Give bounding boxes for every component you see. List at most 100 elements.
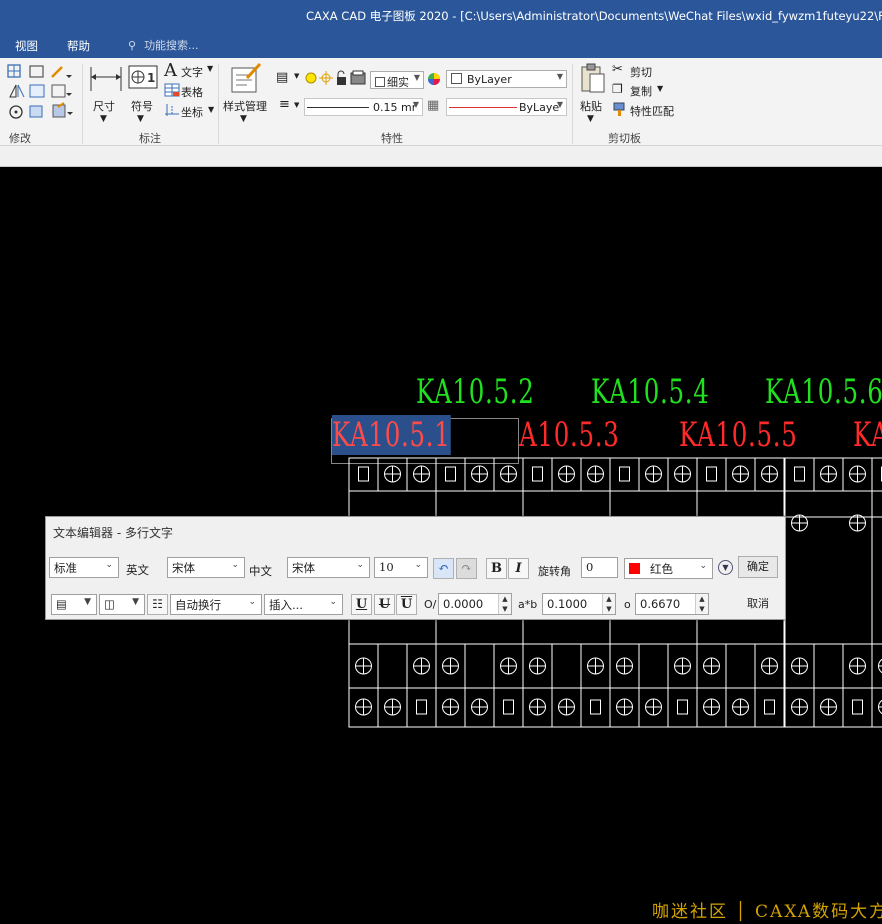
expand-options-icon[interactable]: ▼: [718, 560, 733, 575]
layer-manager-icon[interactable]: ▤: [276, 70, 288, 85]
menu-view[interactable]: 视图: [15, 38, 38, 54]
coordinate-icon[interactable]: [164, 103, 180, 117]
layer-select[interactable]: ByLayer ▼: [446, 70, 567, 88]
chevron-down-icon: ⌄: [329, 597, 337, 607]
style-select[interactable]: 标准 ⌄: [49, 557, 119, 578]
text-dropdown-icon[interactable]: ▼: [207, 64, 213, 73]
cancel-button[interactable]: 取消: [738, 593, 778, 615]
linetype-swatch: [375, 77, 385, 87]
paste-button[interactable]: 粘贴: [580, 98, 602, 114]
terminal-block-frame: [871, 457, 882, 518]
symbol-button[interactable]: 符号: [131, 98, 153, 114]
redo-button[interactable]: ↷: [456, 558, 477, 579]
copy-icon[interactable]: ❐: [612, 82, 623, 96]
wrap-select[interactable]: 自动换行 ⌄: [170, 594, 262, 615]
english-font-label: 英文: [126, 563, 149, 577]
text-color-select[interactable]: 红色 ⌄: [624, 558, 713, 579]
separator: [218, 64, 219, 144]
text-height-select[interactable]: 10 ⌄: [374, 557, 428, 578]
menu-help[interactable]: 帮助: [67, 38, 90, 54]
table-icon[interactable]: [164, 83, 180, 97]
symbol-icon[interactable]: 1: [128, 65, 158, 91]
english-font-value: 宋体: [172, 561, 195, 575]
chevron-down-icon: ⌄: [105, 560, 113, 570]
italic-button[interactable]: I: [508, 558, 529, 579]
insert-value: 插入...: [269, 598, 303, 612]
linetype-select[interactable]: 细实 ▼: [370, 71, 424, 89]
linetype-scale-icon[interactable]: ▦: [427, 98, 439, 113]
spacing-label: a*b: [518, 598, 538, 611]
dimension-icon[interactable]: [88, 64, 126, 94]
layer-dropdown-icon[interactable]: ▼: [294, 72, 299, 80]
spacing-input[interactable]: 0.1000 ▲ ▼: [542, 593, 616, 615]
style-manager-button[interactable]: 样式管理: [223, 98, 267, 114]
paste-dropdown-icon[interactable]: ▼: [587, 114, 594, 124]
lineweight-dropdown-icon[interactable]: ▼: [294, 101, 299, 109]
insert-select[interactable]: 插入... ⌄: [264, 594, 343, 615]
copy-button[interactable]: 复制: [630, 83, 652, 99]
group-modify-label: 修改: [9, 132, 31, 145]
svg-text:1: 1: [147, 71, 155, 85]
spinner-icon[interactable]: ▲ ▼: [498, 594, 511, 614]
layer-state-icons[interactable]: [304, 70, 368, 88]
style-manager-dropdown-icon[interactable]: ▼: [240, 114, 247, 124]
terminal-square: [677, 699, 688, 715]
lineweight-icon[interactable]: ≡: [279, 97, 290, 112]
window-title: CAXA CAD 电子图板 2020 - [C:\Users\Administr…: [306, 9, 882, 23]
symbol-dropdown-icon[interactable]: ▼: [137, 114, 144, 124]
paste-icon[interactable]: [579, 62, 607, 96]
layer-swatch: [451, 73, 462, 84]
english-font-select[interactable]: 宋体 ⌄: [167, 557, 245, 578]
color-select[interactable]: ByLaye ▼: [446, 98, 567, 116]
paragraph-settings-icon[interactable]: ☷: [147, 594, 168, 615]
modify-tools-icon[interactable]: [6, 63, 81, 123]
cut-button[interactable]: 剪切: [630, 64, 652, 80]
chevron-down-icon: ▼: [413, 73, 420, 82]
linetype-value: 细实: [387, 76, 409, 89]
rotation-value: 0: [586, 560, 594, 574]
feature-search[interactable]: ⚲ 功能搜索...: [128, 37, 199, 53]
slant-label: O/: [424, 598, 437, 611]
copy-dropdown-icon[interactable]: ▼: [657, 84, 663, 93]
scissors-icon[interactable]: ✂: [612, 62, 623, 77]
coordinate-button[interactable]: 坐标: [181, 104, 203, 120]
style-manager-icon[interactable]: [229, 62, 263, 94]
chevron-down-icon: ⌄: [414, 560, 422, 570]
chinese-font-select[interactable]: 宋体 ⌄: [287, 557, 370, 578]
align-select[interactable]: ▤ ▼: [51, 594, 97, 615]
slant-input[interactable]: 0.0000 ▲ ▼: [438, 593, 512, 615]
undo-button[interactable]: ↶: [433, 558, 454, 579]
feature-search-placeholder: 功能搜索...: [144, 39, 199, 52]
overline-button[interactable]: U: [396, 594, 417, 615]
color-value: ByLaye: [519, 101, 560, 114]
columns-icon: ◫: [104, 597, 115, 611]
table-button[interactable]: 表格: [181, 84, 203, 100]
coordinate-dropdown-icon[interactable]: ▼: [208, 105, 214, 114]
match-properties-button[interactable]: 特性匹配: [630, 103, 674, 119]
rotation-label: 旋转角: [538, 565, 571, 578]
strikethrough-button[interactable]: U: [374, 594, 395, 615]
color-preview: [449, 107, 517, 108]
rotation-input[interactable]: 0: [581, 557, 618, 578]
terminal-square: [445, 466, 456, 482]
color-swatch: [629, 563, 640, 574]
spinner-icon[interactable]: ▲ ▼: [695, 594, 708, 614]
lineweight-select[interactable]: 0.15 mr ▼: [304, 98, 423, 116]
command-strip: [0, 146, 882, 167]
dimension-button[interactable]: 尺寸: [93, 98, 115, 114]
bold-button[interactable]: B: [486, 558, 507, 579]
match-properties-icon[interactable]: [612, 101, 628, 117]
color-wheel-icon[interactable]: [427, 72, 441, 90]
chevron-down-icon: ▼: [84, 597, 91, 607]
spinner-icon[interactable]: ▲ ▼: [602, 594, 615, 614]
width-factor-input[interactable]: 0.6670 ▲ ▼: [635, 593, 709, 615]
text-button[interactable]: 文字: [181, 64, 203, 80]
dimension-dropdown-icon[interactable]: ▼: [100, 114, 107, 124]
separator: [82, 64, 83, 144]
underline-button[interactable]: U: [351, 594, 372, 615]
columns-select[interactable]: ◫ ▼: [99, 594, 145, 615]
ok-button[interactable]: 确定: [738, 556, 778, 578]
text-icon[interactable]: A: [164, 60, 177, 81]
layer-value: ByLayer: [467, 73, 512, 86]
chevron-down-icon: ⌄: [231, 560, 239, 570]
